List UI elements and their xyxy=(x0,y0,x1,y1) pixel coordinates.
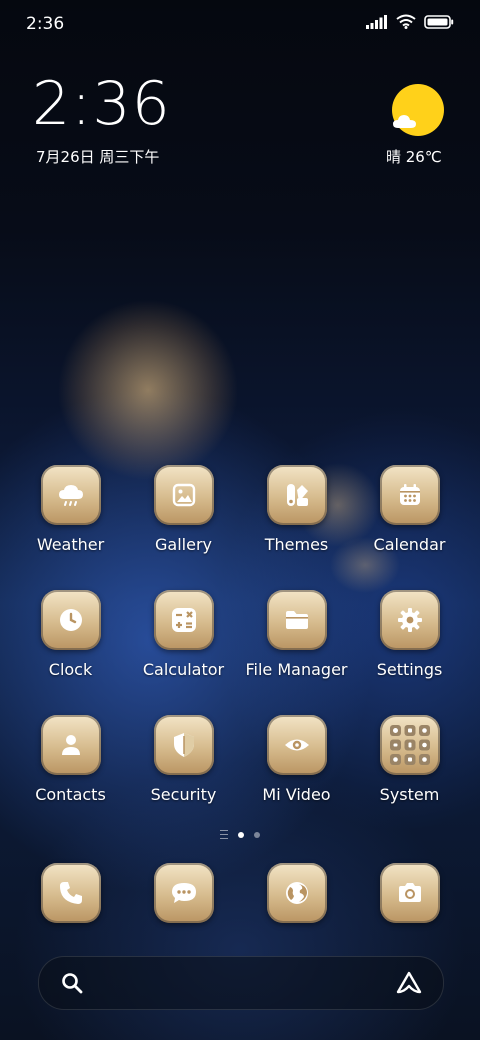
battery-icon xyxy=(424,14,454,29)
page-indicator[interactable] xyxy=(0,830,480,839)
app-icon-box[interactable] xyxy=(379,863,440,923)
app-icon-box[interactable] xyxy=(40,465,101,525)
shield-icon xyxy=(173,733,194,757)
app-label: Calendar xyxy=(373,535,446,554)
weather-cloud-icon xyxy=(58,485,83,506)
app-label: Security xyxy=(150,785,217,804)
weather-widget-text: 晴 26℃ xyxy=(386,148,442,166)
app-label: Weather xyxy=(36,535,105,554)
app-list-indicator-icon[interactable] xyxy=(220,830,228,839)
dock-camera[interactable] xyxy=(353,863,466,923)
signal-icon xyxy=(366,14,387,29)
app-icon-box[interactable] xyxy=(266,863,327,923)
person-icon xyxy=(61,735,80,755)
app-calculator[interactable]: Calculator xyxy=(127,590,240,679)
dock-messages[interactable] xyxy=(127,863,240,923)
search-bar[interactable] xyxy=(38,956,444,1010)
app-icon-box[interactable] xyxy=(266,590,327,650)
app-icon-box[interactable] xyxy=(379,465,440,525)
app-label: Gallery xyxy=(155,535,212,554)
app-calendar[interactable]: Calendar xyxy=(353,465,466,554)
app-icon-box[interactable] xyxy=(153,715,214,775)
message-icon xyxy=(171,883,196,903)
image-icon xyxy=(172,483,195,507)
status-time: 2:36 xyxy=(26,14,65,34)
app-weather[interactable]: Weather xyxy=(14,465,127,554)
themes-icon xyxy=(286,484,308,506)
app-clock[interactable]: Clock xyxy=(14,590,127,679)
eye-icon xyxy=(284,739,309,751)
app-security[interactable]: Security xyxy=(127,715,240,804)
folder-system[interactable]: System xyxy=(353,715,466,804)
search-icon[interactable] xyxy=(61,972,83,994)
status-icons xyxy=(366,14,454,29)
app-mi-video[interactable]: Mi Video xyxy=(240,715,353,804)
dock-browser[interactable] xyxy=(240,863,353,923)
app-label: Clock xyxy=(48,660,93,679)
app-themes[interactable]: Themes xyxy=(240,465,353,554)
app-contacts[interactable]: Contacts xyxy=(14,715,127,804)
app-label: Settings xyxy=(376,660,443,679)
app-icon-box[interactable] xyxy=(40,863,101,923)
cloud-icon xyxy=(393,115,416,128)
app-icon-box[interactable] xyxy=(266,715,327,775)
page-dot-active[interactable] xyxy=(238,831,244,838)
app-file-manager[interactable]: File Manager xyxy=(240,590,353,679)
calculator-icon xyxy=(171,608,196,632)
app-gallery[interactable]: Gallery xyxy=(127,465,240,554)
app-label: Mi Video xyxy=(262,785,331,804)
app-label: Themes xyxy=(264,535,329,554)
clock-icon xyxy=(59,609,82,631)
page-dot[interactable] xyxy=(254,831,260,838)
app-icon-box[interactable] xyxy=(153,590,214,650)
camera-icon xyxy=(398,883,421,902)
app-icon-box[interactable] xyxy=(379,590,440,650)
clock-widget-time[interactable]: 2:36 xyxy=(32,74,171,134)
wifi-icon xyxy=(396,14,416,29)
folder-icon xyxy=(285,611,308,629)
dock-phone[interactable] xyxy=(14,863,127,923)
app-label: Calculator xyxy=(142,660,225,679)
app-label: System xyxy=(379,785,440,804)
calendar-icon xyxy=(399,484,420,505)
folder-grid-mini-icons xyxy=(389,725,430,765)
phone-icon xyxy=(59,882,82,904)
app-icon-box[interactable] xyxy=(153,465,214,525)
app-icon-box[interactable] xyxy=(153,863,214,923)
assistant-icon[interactable] xyxy=(395,970,423,996)
gear-icon xyxy=(397,608,422,632)
clock-widget-date: 7月26日 周三下午 xyxy=(36,148,160,166)
folder-grid-icon[interactable] xyxy=(379,715,440,775)
app-label: Contacts xyxy=(35,785,106,804)
browser-globe-icon xyxy=(285,882,308,904)
app-icon-box[interactable] xyxy=(266,465,327,525)
app-icon-box[interactable] xyxy=(40,715,101,775)
app-icon-box[interactable] xyxy=(40,590,101,650)
app-label: File Manager xyxy=(245,660,348,679)
app-settings[interactable]: Settings xyxy=(353,590,466,679)
